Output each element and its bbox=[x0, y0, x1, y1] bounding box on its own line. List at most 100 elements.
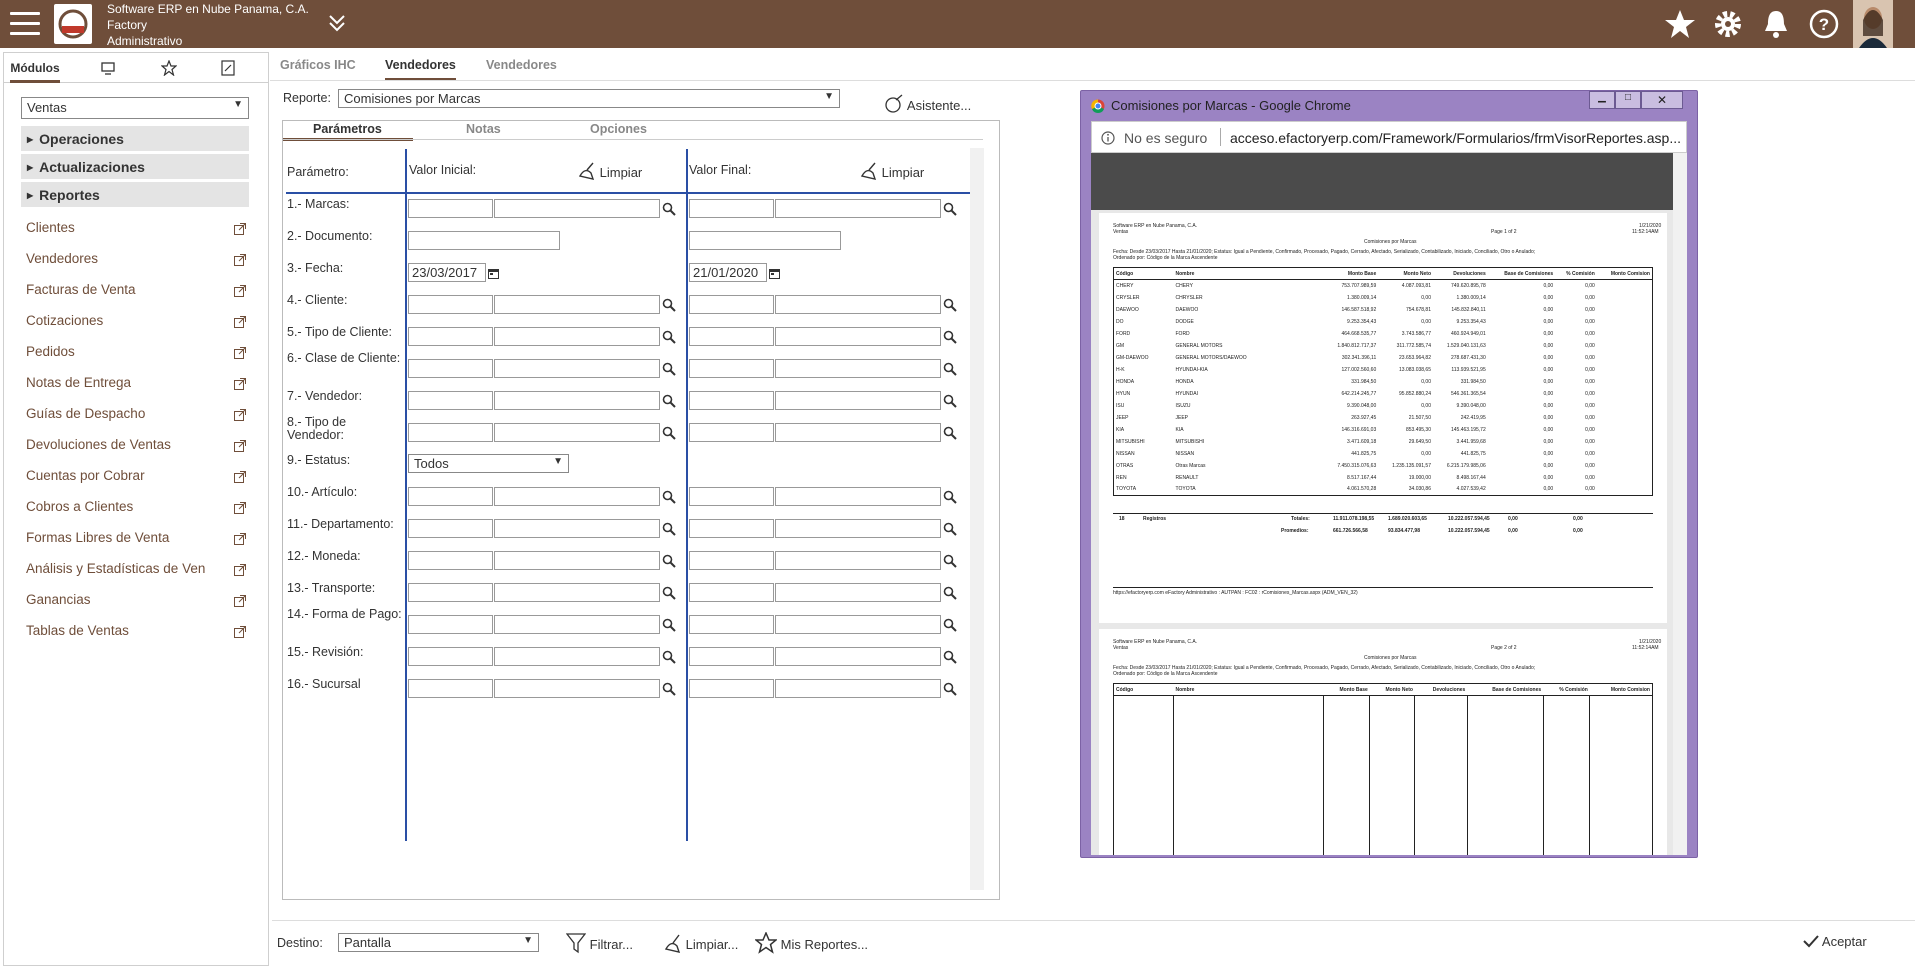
address-bar[interactable]: No es seguro acceso.efactoryerp.com/Fram… bbox=[1091, 121, 1687, 153]
documento-initial-input[interactable] bbox=[408, 231, 560, 250]
nav-item[interactable]: Notas de Entrega bbox=[26, 372, 248, 394]
param-initial-code-input[interactable] bbox=[408, 359, 493, 378]
notes-icon[interactable] bbox=[221, 60, 235, 76]
param-final-code-input[interactable] bbox=[689, 359, 774, 378]
param-final-code-input[interactable] bbox=[689, 551, 774, 570]
param-initial-name-input[interactable] bbox=[494, 679, 660, 698]
assistant-button[interactable]: Asistente... bbox=[884, 94, 971, 114]
close-button[interactable]: ✕ bbox=[1641, 91, 1683, 109]
nav-item[interactable]: Guías de Despacho bbox=[26, 403, 248, 425]
search-icon[interactable] bbox=[943, 650, 957, 664]
minimize-button[interactable]: ▁ bbox=[1589, 91, 1615, 109]
search-icon[interactable] bbox=[943, 618, 957, 632]
param-final-name-input[interactable] bbox=[775, 679, 941, 698]
param-initial-name-input[interactable] bbox=[494, 519, 660, 538]
param-initial-name-input[interactable] bbox=[494, 295, 660, 314]
search-icon[interactable] bbox=[662, 426, 676, 440]
star-icon[interactable] bbox=[1664, 8, 1696, 40]
search-icon[interactable] bbox=[943, 586, 957, 600]
clear-initial-button[interactable]: Limpiar bbox=[576, 161, 642, 181]
param-initial-name-input[interactable] bbox=[494, 423, 660, 442]
search-icon[interactable] bbox=[662, 330, 676, 344]
param-initial-name-input[interactable] bbox=[494, 487, 660, 506]
param-initial-name-input[interactable] bbox=[494, 199, 660, 218]
param-initial-name-input[interactable] bbox=[494, 615, 660, 634]
param-final-name-input[interactable] bbox=[775, 327, 941, 346]
param-final-code-input[interactable] bbox=[689, 519, 774, 538]
monitor-icon[interactable] bbox=[101, 61, 115, 75]
gear-icon[interactable] bbox=[1712, 8, 1744, 40]
param-initial-code-input[interactable] bbox=[408, 327, 493, 346]
search-icon[interactable] bbox=[943, 298, 957, 312]
param-final-name-input[interactable] bbox=[775, 615, 941, 634]
search-icon[interactable] bbox=[943, 394, 957, 408]
search-icon[interactable] bbox=[943, 426, 957, 440]
subtab-opciones[interactable]: Opciones bbox=[590, 122, 647, 136]
report-select[interactable]: Comisiones por Marcas ▼ bbox=[338, 89, 840, 108]
search-icon[interactable] bbox=[662, 554, 676, 568]
module-select[interactable]: Ventas ▼ bbox=[21, 97, 249, 119]
nav-item[interactable]: Formas Libres de Venta bbox=[26, 527, 248, 549]
param-initial-name-input[interactable] bbox=[494, 359, 660, 378]
section-actualizaciones[interactable]: ▶ Actualizaciones bbox=[21, 154, 249, 180]
param-final-code-input[interactable] bbox=[689, 391, 774, 410]
date-final-input[interactable]: 21/01/2020 bbox=[689, 263, 780, 282]
param-final-code-input[interactable] bbox=[689, 295, 774, 314]
param-final-name-input[interactable] bbox=[775, 423, 941, 442]
nav-item[interactable]: Pedidos bbox=[26, 341, 248, 363]
help-icon[interactable]: ? bbox=[1808, 8, 1840, 40]
nav-item[interactable]: Tablas de Ventas bbox=[26, 620, 248, 642]
param-final-name-input[interactable] bbox=[775, 295, 941, 314]
param-initial-name-input[interactable] bbox=[494, 583, 660, 602]
param-final-code-input[interactable] bbox=[689, 327, 774, 346]
param-final-name-input[interactable] bbox=[775, 359, 941, 378]
tab-modulos[interactable]: Módulos bbox=[10, 53, 60, 83]
param-initial-code-input[interactable] bbox=[408, 519, 493, 538]
param-initial-code-input[interactable] bbox=[408, 583, 493, 602]
accept-button[interactable]: Aceptar bbox=[1803, 934, 1867, 949]
search-icon[interactable] bbox=[662, 362, 676, 376]
param-final-code-input[interactable] bbox=[689, 583, 774, 602]
search-icon[interactable] bbox=[662, 394, 676, 408]
search-icon[interactable] bbox=[943, 682, 957, 696]
param-initial-code-input[interactable] bbox=[408, 295, 493, 314]
clear-final-button[interactable]: Limpiar bbox=[858, 161, 924, 181]
param-final-name-input[interactable] bbox=[775, 391, 941, 410]
param-final-name-input[interactable] bbox=[775, 199, 941, 218]
param-initial-code-input[interactable] bbox=[408, 615, 493, 634]
bell-icon[interactable] bbox=[1760, 8, 1792, 40]
documento-final-input[interactable] bbox=[689, 231, 841, 250]
nav-item[interactable]: Análisis y Estadísticas de Ven bbox=[26, 558, 248, 580]
double-chevron-down-icon[interactable] bbox=[328, 13, 346, 33]
search-icon[interactable] bbox=[943, 202, 957, 216]
param-initial-code-input[interactable] bbox=[408, 679, 493, 698]
param-initial-code-input[interactable] bbox=[408, 551, 493, 570]
date-initial-input[interactable]: 23/03/2017 bbox=[408, 263, 499, 282]
param-initial-code-input[interactable] bbox=[408, 199, 493, 218]
my-reports-button[interactable]: Mis Reportes... bbox=[753, 931, 868, 954]
nav-item[interactable]: Ganancias bbox=[26, 589, 248, 611]
search-icon[interactable] bbox=[662, 682, 676, 696]
favorites-star-icon[interactable] bbox=[161, 60, 177, 76]
nav-item[interactable]: Cuentas por Cobrar bbox=[26, 465, 248, 487]
param-final-name-input[interactable] bbox=[775, 487, 941, 506]
param-initial-code-input[interactable] bbox=[408, 423, 493, 442]
destino-select[interactable]: Pantalla ▼ bbox=[338, 933, 539, 952]
search-icon[interactable] bbox=[943, 362, 957, 376]
param-initial-name-input[interactable] bbox=[494, 391, 660, 410]
search-icon[interactable] bbox=[662, 522, 676, 536]
search-icon[interactable] bbox=[662, 298, 676, 312]
maximize-button[interactable]: □ bbox=[1615, 91, 1641, 109]
tab-graficos-ihc[interactable]: Gráficos IHC bbox=[280, 58, 356, 72]
search-icon[interactable] bbox=[662, 586, 676, 600]
nav-item[interactable]: Facturas de Venta bbox=[26, 279, 248, 301]
param-final-name-input[interactable] bbox=[775, 551, 941, 570]
filter-button[interactable]: Filtrar... bbox=[565, 932, 633, 954]
calendar-icon[interactable] bbox=[488, 267, 499, 282]
user-avatar[interactable] bbox=[1853, 0, 1893, 48]
search-icon[interactable] bbox=[662, 650, 676, 664]
calendar-icon[interactable] bbox=[769, 267, 780, 282]
param-initial-name-input[interactable] bbox=[494, 327, 660, 346]
param-final-code-input[interactable] bbox=[689, 615, 774, 634]
param-final-code-input[interactable] bbox=[689, 679, 774, 698]
